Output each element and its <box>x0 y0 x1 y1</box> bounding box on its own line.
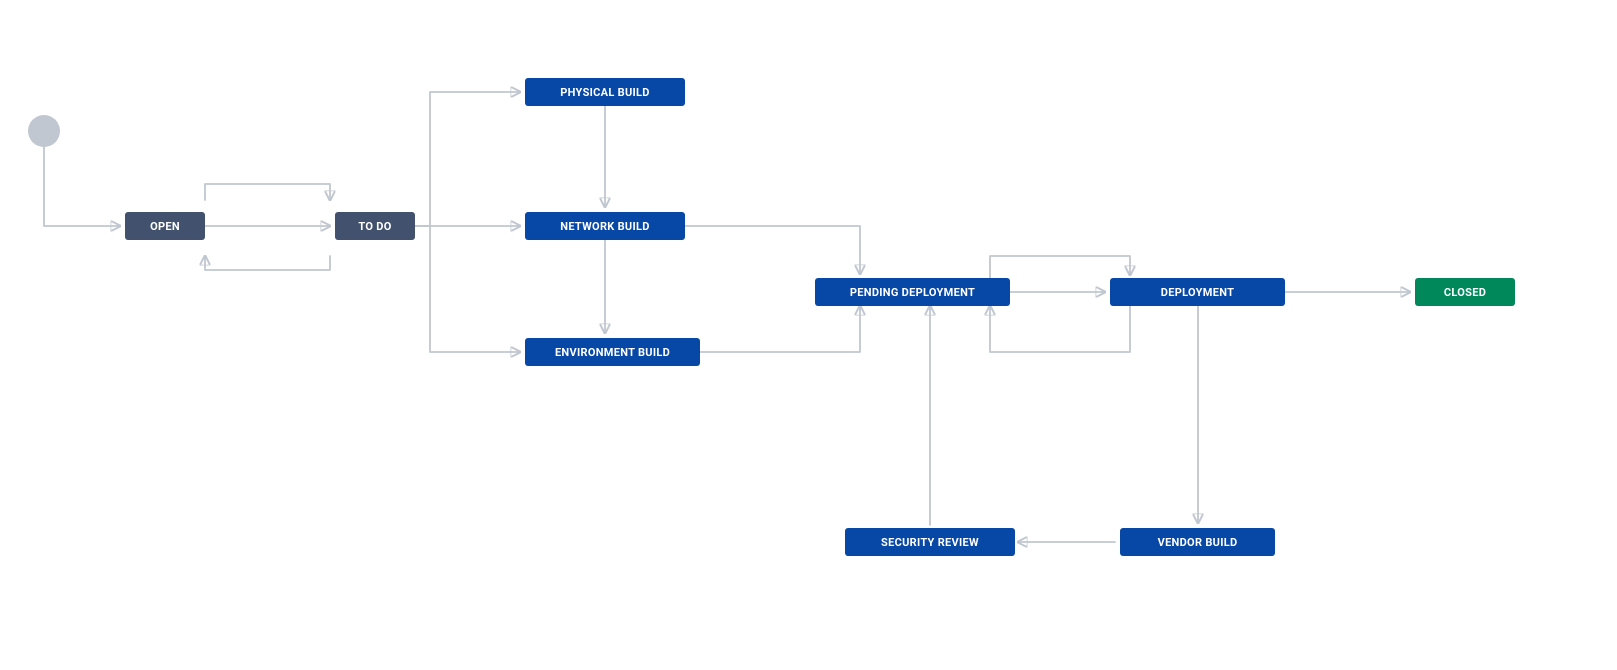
workflow-node-environment-build[interactable]: ENVIRONMENT BUILD <box>525 338 700 366</box>
workflow-node-pending-deployment[interactable]: PENDING DEPLOYMENT <box>815 278 1010 306</box>
workflow-node-label: VENDOR BUILD <box>1158 536 1238 549</box>
workflow-node-label: OPEN <box>150 220 180 233</box>
workflow-node-label: PHYSICAL BUILD <box>560 86 649 99</box>
workflow-node-label: DEPLOYMENT <box>1161 286 1234 299</box>
workflow-diagram: OPEN TO DO PHYSICAL BUILD NETWORK BUILD ENVI… <box>0 0 1617 670</box>
workflow-edge <box>415 226 520 352</box>
workflow-edge <box>700 306 860 352</box>
workflow-node-closed[interactable]: CLOSED <box>1415 278 1515 306</box>
workflow-node-label: NETWORK BUILD <box>560 220 649 233</box>
workflow-node-label: ENVIRONMENT BUILD <box>555 346 670 359</box>
workflow-edge <box>415 92 520 226</box>
workflow-node-physical-build[interactable]: PHYSICAL BUILD <box>525 78 685 106</box>
workflow-node-vendor-build[interactable]: VENDOR BUILD <box>1120 528 1275 556</box>
workflow-edge <box>990 306 1130 352</box>
workflow-node-label: SECURITY REVIEW <box>881 536 979 549</box>
workflow-edges <box>0 0 1617 670</box>
workflow-node-label: TO DO <box>358 220 391 233</box>
workflow-edge <box>205 256 330 270</box>
workflow-node-network-build[interactable]: NETWORK BUILD <box>525 212 685 240</box>
workflow-node-todo[interactable]: TO DO <box>335 212 415 240</box>
workflow-edge <box>685 226 860 274</box>
workflow-node-deployment[interactable]: DEPLOYMENT <box>1110 278 1285 306</box>
workflow-node-open[interactable]: OPEN <box>125 212 205 240</box>
workflow-start-node[interactable] <box>28 115 60 147</box>
workflow-edge <box>205 184 330 200</box>
workflow-node-label: PENDING DEPLOYMENT <box>850 286 975 299</box>
workflow-edge <box>990 256 1130 280</box>
workflow-edge <box>44 147 120 226</box>
workflow-node-label: CLOSED <box>1444 286 1486 299</box>
workflow-node-security-review[interactable]: SECURITY REVIEW <box>845 528 1015 556</box>
